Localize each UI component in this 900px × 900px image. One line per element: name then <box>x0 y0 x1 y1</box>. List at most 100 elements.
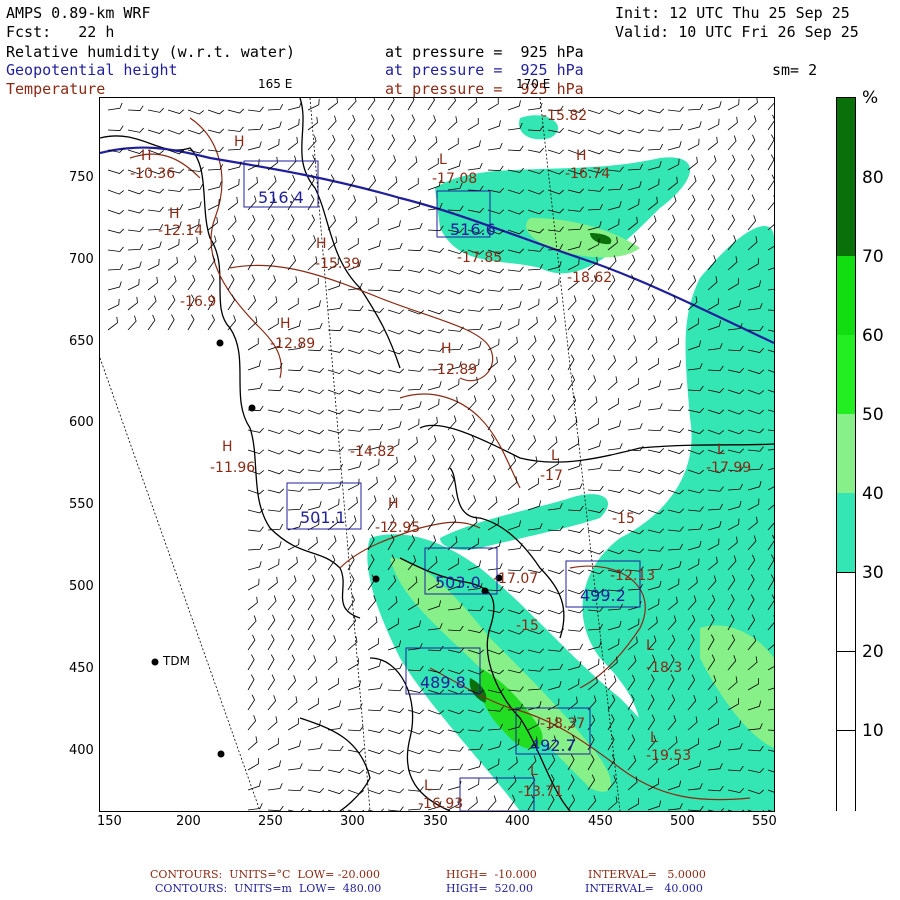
wind-barb <box>367 808 385 811</box>
wind-barb <box>147 295 157 311</box>
wind-barb <box>527 545 544 552</box>
wind-barb <box>747 174 755 191</box>
wind-barb <box>667 427 685 433</box>
field-temp-level: at pressure = 925 hPa <box>385 80 584 98</box>
wind-barb <box>627 400 642 411</box>
wind-barb <box>387 287 404 293</box>
temp-label: -15 <box>516 618 539 634</box>
wind-barb <box>447 746 464 752</box>
wind-barb <box>347 114 356 131</box>
wind-barb <box>347 327 364 333</box>
wind-barb <box>347 98 357 111</box>
wind-barb <box>467 376 478 391</box>
wind-barb <box>387 134 395 151</box>
low-marker: L <box>717 442 725 458</box>
wind-barb <box>407 494 415 511</box>
wind-barb <box>327 369 345 375</box>
wind-barb <box>607 487 625 493</box>
wind-barb <box>507 100 521 111</box>
lon-label-170: 170 E <box>516 77 551 91</box>
wind-barb <box>667 338 679 351</box>
wind-barb <box>367 114 375 131</box>
wind-barb <box>667 405 684 412</box>
wind-barb <box>567 334 575 351</box>
wind-barb <box>247 596 258 611</box>
wind-barb <box>267 614 276 631</box>
station-label-tdm: TDM <box>163 654 190 668</box>
wind-barb <box>267 275 277 291</box>
wind-barb <box>587 440 602 451</box>
y-tick: 750 <box>69 170 94 185</box>
field-temp: Temperature <box>6 80 106 98</box>
wind-barb <box>267 121 282 131</box>
wind-barb <box>147 314 156 331</box>
wind-barb <box>527 102 543 111</box>
wind-barb <box>707 214 715 231</box>
wind-barb <box>527 456 538 471</box>
wind-barb <box>467 796 478 811</box>
wind-barb <box>627 467 645 473</box>
map-panel[interactable]: -10.36 -12.14 -16.9 -15.39 -12.89 -17.08… <box>99 97 775 812</box>
wind-barb <box>287 101 302 111</box>
wind-barb <box>307 429 325 435</box>
colorbar-segment <box>837 177 855 256</box>
wind-barb <box>667 106 684 112</box>
wind-barb <box>467 98 478 111</box>
map-svg <box>100 98 774 811</box>
wind-barb <box>387 729 405 735</box>
wind-barb <box>327 678 339 691</box>
wind-barb <box>147 276 158 291</box>
wind-barb <box>427 454 436 471</box>
wind-barb <box>347 389 365 395</box>
wind-barb <box>367 307 384 313</box>
wind-barb <box>267 576 278 591</box>
wind-barb <box>647 489 665 495</box>
wind-barb <box>647 108 665 114</box>
wind-barb <box>567 608 585 614</box>
wind-barb <box>447 378 460 391</box>
colorbar-label: 10 <box>862 721 884 741</box>
wind-barb <box>187 314 195 331</box>
wind-barb <box>767 174 774 191</box>
high-marker: H <box>576 148 587 164</box>
wind-barb <box>367 638 379 651</box>
y-tick: 550 <box>69 497 94 512</box>
wind-barb <box>647 126 664 132</box>
wind-barb <box>167 275 177 291</box>
wind-barb <box>567 643 583 651</box>
wind-barb <box>267 214 275 231</box>
wind-barb <box>347 195 357 211</box>
temp-label: -17.08 <box>432 171 478 187</box>
wind-barb <box>327 302 343 311</box>
wind-barb <box>247 195 257 211</box>
wind-barb <box>387 685 404 692</box>
wind-barb <box>287 387 304 393</box>
wind-barb <box>447 494 456 511</box>
temp-label: -18.62 <box>567 270 613 286</box>
wind-barb <box>527 147 544 153</box>
wind-barb <box>407 366 424 372</box>
low-marker: L <box>551 448 559 464</box>
wind-barb <box>587 463 603 471</box>
colorbar-label: 20 <box>862 642 884 662</box>
wind-barb <box>427 435 437 451</box>
wind-barb <box>327 446 344 452</box>
height-label: 501.1 <box>300 508 346 527</box>
wind-barb <box>307 466 324 472</box>
wind-barb <box>127 127 144 133</box>
rh-zone-j <box>440 494 609 550</box>
wind-barb <box>227 234 236 251</box>
wind-barb <box>147 258 160 271</box>
wind-barb <box>387 749 405 755</box>
wind-barb <box>467 454 475 471</box>
wind-barb <box>327 347 344 353</box>
wind-barb <box>547 278 560 291</box>
wind-barb <box>307 448 325 454</box>
wind-barb <box>247 449 265 455</box>
wind-barb <box>327 700 342 711</box>
wind-barb <box>547 415 557 431</box>
wind-barb <box>247 337 259 351</box>
wind-barb <box>667 254 675 271</box>
wind-barb <box>567 314 576 331</box>
colorbar-label: 40 <box>862 484 884 504</box>
